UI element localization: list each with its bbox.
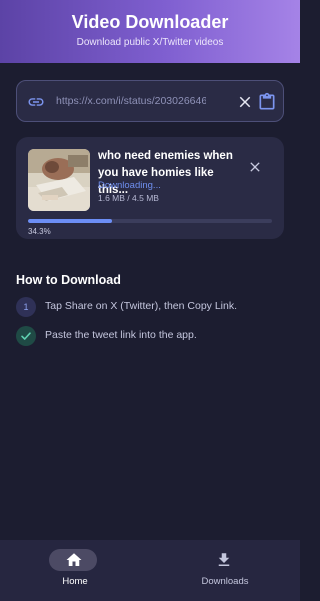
video-thumbnail[interactable] xyxy=(28,149,90,211)
download-card: who need enemies when you have homies li… xyxy=(16,137,284,239)
download-percent: 34.3% xyxy=(28,227,51,236)
clear-url-button[interactable] xyxy=(236,93,254,111)
how-to-title: How to Download xyxy=(16,273,121,287)
app-subtitle: Download public X/Twitter videos xyxy=(76,37,224,48)
cancel-download-button[interactable] xyxy=(247,159,263,175)
how-to-step: 1 Tap Share on X (Twitter), then Copy Li… xyxy=(16,297,284,317)
download-icon xyxy=(218,553,230,566)
nav-label-downloads: Downloads xyxy=(201,576,249,587)
step-number-badge: 1 xyxy=(16,297,36,317)
home-icon xyxy=(66,553,82,566)
app-header: Video Downloader Download public X/Twitt… xyxy=(0,0,300,63)
check-icon xyxy=(16,326,36,346)
clipboard-icon[interactable] xyxy=(257,91,277,113)
step-text: Paste the tweet link into the app. xyxy=(45,329,197,341)
nav-label-home: Home xyxy=(62,576,88,587)
download-progress-bar xyxy=(28,219,272,223)
download-status: Downloading... xyxy=(98,180,161,191)
url-input[interactable] xyxy=(56,90,206,112)
download-size: 1.6 MB / 4.5 MB xyxy=(98,193,159,203)
nav-item-home[interactable]: Home xyxy=(0,540,150,601)
app-title: Video Downloader xyxy=(71,12,229,32)
video-title: who need enemies when you have homies li… xyxy=(98,150,233,196)
download-progress-fill xyxy=(28,219,112,223)
link-icon xyxy=(28,98,44,106)
nav-item-downloads[interactable]: Downloads xyxy=(150,540,300,601)
how-to-step: Paste the tweet link into the app. xyxy=(16,326,284,346)
bottom-navigation: Home Downloads xyxy=(0,540,300,601)
step-text: Tap Share on X (Twitter), then Copy Link… xyxy=(45,300,238,312)
url-input-container xyxy=(16,80,284,122)
